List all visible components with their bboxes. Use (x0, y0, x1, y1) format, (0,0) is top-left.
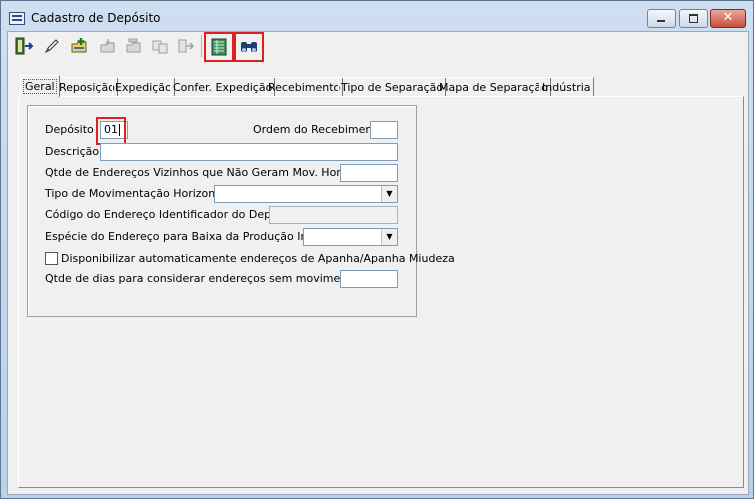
qtde-dias-label: Qtde de dias para considerar endereços s… (45, 272, 378, 285)
pencil-icon (44, 39, 59, 54)
especie-endereco-select[interactable]: ▼ (303, 228, 398, 246)
export-button[interactable] (174, 34, 198, 58)
tab-recebimento[interactable]: Recebimento (265, 77, 344, 96)
tab-industria[interactable]: Indústria (539, 77, 594, 96)
folder-cancel-icon (126, 38, 141, 53)
exit-button[interactable] (12, 34, 36, 58)
tab-confer-expedicao[interactable]: Confer. Expedição (170, 77, 276, 96)
ordem-recebimento-label: Ordem do Recebimento (253, 123, 384, 136)
window-title: Cadastro de Depósito (31, 11, 161, 25)
deposito-label: Depósito (45, 123, 94, 136)
copy-button[interactable] (148, 34, 172, 58)
ordem-recebimento-input[interactable] (370, 121, 398, 139)
new-button[interactable] (68, 34, 92, 58)
toolbar (8, 32, 748, 63)
app-icon (9, 12, 25, 25)
maximize-button[interactable] (679, 9, 708, 28)
arrow-export-icon (178, 39, 195, 53)
descricao-input[interactable] (100, 143, 398, 161)
binoculars-icon (241, 42, 257, 52)
minimize-button[interactable] (647, 9, 676, 28)
tab-reposicao[interactable]: Reposição (56, 77, 118, 96)
title-bar[interactable]: Cadastro de Depósito ✕ (1, 1, 753, 31)
close-icon: ✕ (722, 10, 734, 25)
chevron-down-icon[interactable]: ▼ (381, 229, 397, 245)
tab-expedicao[interactable]: Expedição (112, 77, 175, 96)
close-button[interactable]: ✕ (710, 9, 746, 28)
vizinhos-label: Qtde de Endereços Vizinhos que Não Geram… (45, 166, 378, 179)
door-exit-icon (15, 37, 34, 55)
disponibilizar-label: Disponibilizar automaticamente endereços… (61, 252, 455, 265)
tipo-movimentacao-label: Tipo de Movimentação Horizontal (45, 187, 230, 200)
especie-endereco-label: Espécie do Endereço para Baixa da Produç… (45, 230, 337, 243)
minimize-icon (657, 20, 665, 22)
chevron-down-icon[interactable]: ▼ (381, 186, 397, 202)
disk-icon (100, 39, 115, 53)
codigo-endereco-label: Código do Endereço Identificador do Depó… (45, 208, 298, 221)
copy-icon (152, 40, 168, 54)
deposito-highlight (96, 117, 126, 145)
maximize-icon (689, 14, 698, 23)
vizinhos-input[interactable] (340, 164, 398, 182)
window: Cadastro de Depósito ✕ Geral Reposição E… (0, 0, 754, 499)
tab-mapa-separacao[interactable]: Mapa de Separação (436, 77, 551, 96)
tipo-movimentacao-select[interactable]: ▼ (214, 185, 398, 203)
codigo-endereco-input[interactable] (269, 206, 398, 224)
save-button[interactable] (96, 34, 120, 58)
folder-add-icon (71, 38, 87, 53)
general-group-box: Depósito 01 Ordem do Recebimento Descriç… (27, 105, 455, 317)
report-button[interactable] (204, 32, 234, 62)
edit-button[interactable] (40, 34, 64, 58)
qtde-dias-input[interactable] (340, 270, 398, 288)
tab-tipo-separacao[interactable]: Tipo de Separação (338, 77, 447, 96)
descricao-label: Descrição (45, 145, 100, 158)
disponibilizar-checkbox[interactable] (45, 252, 58, 265)
tab-geral[interactable]: Geral (20, 75, 60, 97)
cancel-button[interactable] (122, 34, 146, 58)
sheet-icon (211, 38, 227, 56)
search-button[interactable] (234, 32, 264, 62)
client-area: Geral Reposição Expedição Confer. Expedi… (7, 31, 749, 495)
toolbar-separator (201, 35, 202, 57)
